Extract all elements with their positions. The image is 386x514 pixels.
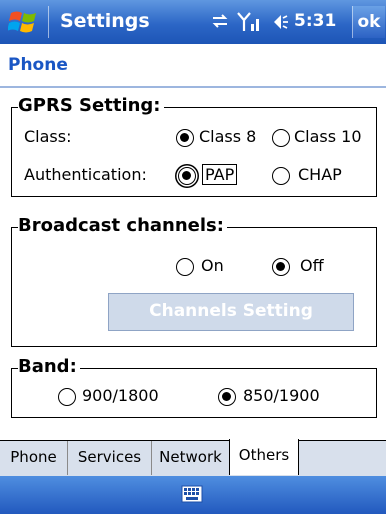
keyboard-icon[interactable] <box>181 485 203 503</box>
pap-label[interactable]: PAP <box>202 164 238 185</box>
ok-button[interactable]: ok <box>352 6 385 38</box>
broadcast-group-title: Broadcast channels: <box>18 215 227 236</box>
class-10-radio[interactable] <box>272 129 290 147</box>
title-divider <box>0 86 386 88</box>
clock[interactable]: 5:31 <box>294 11 336 31</box>
band-group-title: Band: <box>18 356 80 377</box>
broadcast-on-label[interactable]: On <box>201 256 224 275</box>
band-900-1800-radio[interactable] <box>58 388 76 406</box>
broadcast-off-radio[interactable] <box>272 258 290 276</box>
title-bar: Settings 5:31 ok <box>0 0 386 44</box>
tab-others[interactable]: Others <box>229 439 299 475</box>
gprs-group-title: GPRS Setting: <box>18 95 164 116</box>
page-title: Phone <box>8 55 68 75</box>
windows-start-icon[interactable] <box>8 7 40 37</box>
tab-network[interactable]: Network <box>152 441 230 475</box>
tab-phone[interactable]: Phone <box>0 441 68 475</box>
signal-icon[interactable] <box>236 11 262 33</box>
chap-radio[interactable] <box>272 167 290 185</box>
connectivity-icon[interactable] <box>210 11 230 31</box>
band-900-1800-label[interactable]: 900/1800 <box>82 386 159 405</box>
title-separator <box>48 6 49 38</box>
band-850-1900-label[interactable]: 850/1900 <box>243 386 320 405</box>
class-8-label[interactable]: Class 8 <box>199 127 256 146</box>
channels-setting-button[interactable]: Channels Setting <box>108 293 354 331</box>
broadcast-off-label[interactable]: Off <box>300 256 324 275</box>
class-10-label[interactable]: Class 10 <box>294 127 362 146</box>
bottom-menu-bar <box>0 476 386 514</box>
pap-radio[interactable] <box>178 167 196 185</box>
band-850-1900-radio[interactable] <box>218 388 236 406</box>
class-label: Class: <box>24 127 72 146</box>
tab-services[interactable]: Services <box>68 441 152 475</box>
app-title: Settings <box>60 10 150 32</box>
chap-label[interactable]: CHAP <box>298 165 342 184</box>
class-8-radio[interactable] <box>176 129 194 147</box>
volume-icon[interactable] <box>266 11 290 33</box>
tab-bar: Phone Services Network Others <box>0 439 386 477</box>
authentication-label: Authentication: <box>24 165 147 184</box>
broadcast-on-radio[interactable] <box>176 258 194 276</box>
